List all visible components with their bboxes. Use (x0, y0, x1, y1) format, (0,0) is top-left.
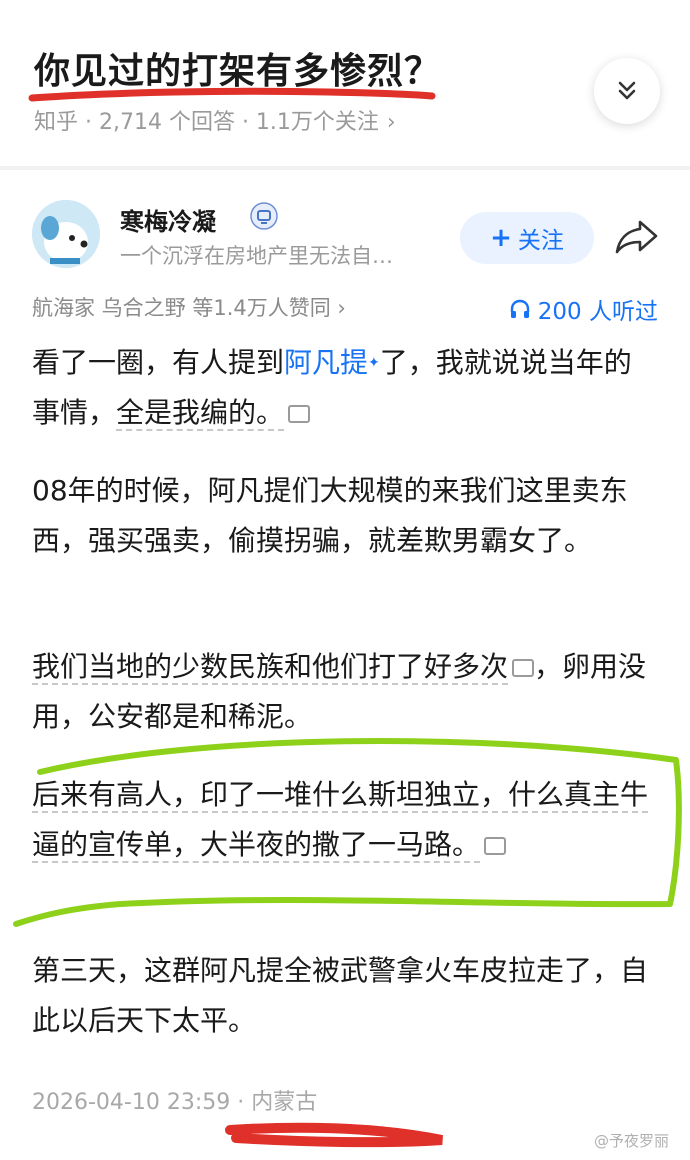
answer-timestamp-location: 2026-04-10 23:59 · 内蒙古 (32, 1090, 318, 1115)
double-chevron-down-icon (618, 81, 636, 100)
comment-icon[interactable] (288, 405, 311, 423)
green-highlight-mark (13, 737, 682, 927)
follow-button[interactable]: + 关注 (460, 212, 594, 264)
verified-badge-icon (250, 202, 278, 230)
author-row: 寒梅冷凝 一个沉浮在房地产里无法自… + 关注 (0, 190, 690, 280)
watermark: @予夜罗丽 (594, 1132, 670, 1150)
follow-label: 关注 (517, 228, 564, 254)
annotated-text[interactable]: 我们当地的少数民族和他们打了好多次 (32, 650, 509, 685)
answer-paragraph-1: 看了一圈，有人提到阿凡提✦了，我就说说当年的事情，全是我编的。 (32, 346, 632, 431)
sparkle-icon: ✦ (368, 355, 380, 371)
annotated-text[interactable]: 全是我编的。 (116, 396, 285, 431)
collapse-button[interactable] (594, 58, 660, 124)
author-bio: 一个沉浮在房地产里无法自… (120, 244, 393, 268)
chevron-right-icon: › (386, 110, 396, 135)
avatar[interactable] (32, 200, 100, 268)
author-name[interactable]: 寒梅冷凝 (120, 202, 216, 237)
comment-icon[interactable] (512, 659, 535, 677)
section-divider (0, 166, 690, 170)
answer-paragraph-2: 08年的时候，阿凡提们大规模的来我们这里卖东西，强买强卖，偷摸拐骗，就差欺男霸女… (32, 474, 628, 557)
listen-count[interactable]: 200 人听过 (508, 292, 658, 326)
question-header: 你见过的打架有多惨烈？ 知乎 · 2,714 个回答 · 1.1万个关注 › (0, 0, 690, 168)
red-underline-mark (225, 1122, 443, 1148)
avatar-image (32, 200, 100, 268)
answer-paragraph-5: 第三天，这群阿凡提全被武警拿火车皮拉走了，自此以后天下太平。 (32, 954, 649, 1037)
plus-icon: + (490, 223, 512, 253)
link-afanti[interactable]: 阿凡提 (284, 346, 368, 379)
headphones-icon (510, 299, 529, 318)
share-icon[interactable] (614, 216, 660, 256)
upvote-summary[interactable]: 航海家 乌合之野 等1.4万人赞同 › (32, 292, 346, 322)
question-meta[interactable]: 知乎 · 2,714 个回答 · 1.1万个关注 › (34, 104, 396, 136)
